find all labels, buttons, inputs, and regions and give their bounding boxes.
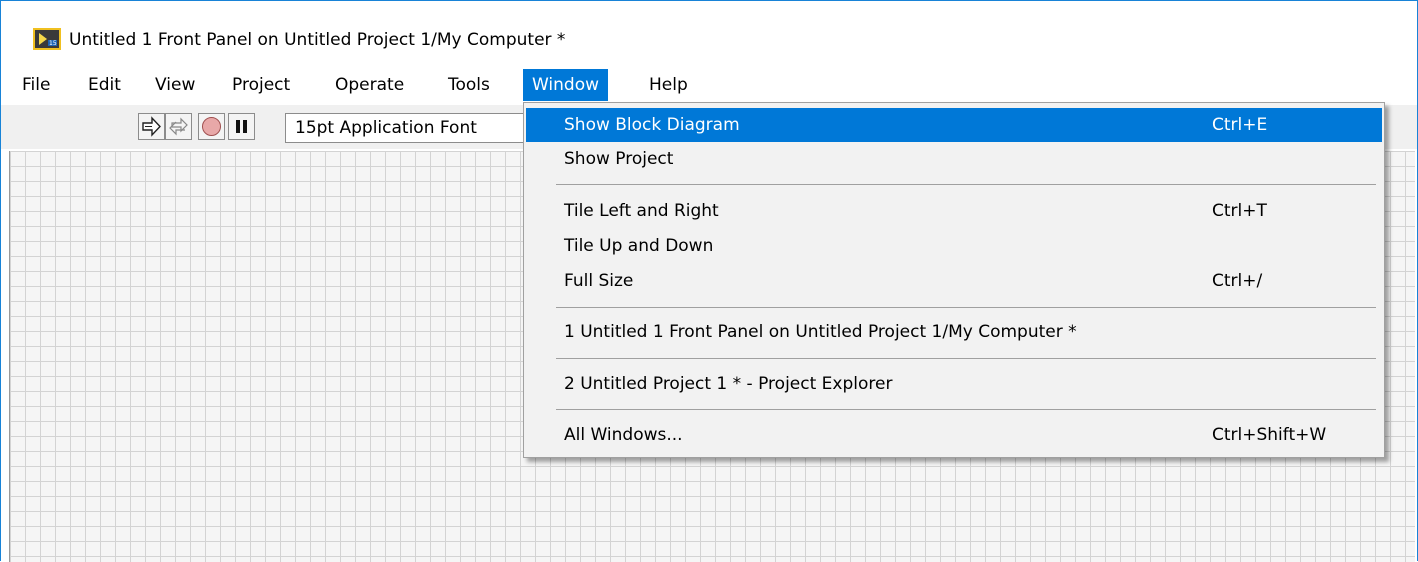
front-panel-window: 15 Untitled 1 Front Panel on Untitled Pr… (0, 0, 1418, 562)
menu-item-label: 2 Untitled Project 1 * - Project Explore… (564, 374, 893, 394)
menu-tools[interactable]: Tools (439, 69, 499, 101)
abort-button[interactable] (198, 113, 225, 140)
menu-item-full-size[interactable]: Full Size Ctrl+/ (526, 264, 1382, 298)
menu-item-all-windows[interactable]: All Windows... Ctrl+Shift+W (526, 418, 1382, 452)
menu-item-window-project-explorer[interactable]: 2 Untitled Project 1 * - Project Explore… (526, 367, 1382, 401)
menu-separator (556, 307, 1376, 308)
menu-item-label: Tile Up and Down (564, 236, 714, 256)
menu-item-shortcut: Ctrl+E (1212, 115, 1268, 135)
menu-item-show-project[interactable]: Show Project (526, 142, 1382, 176)
menu-item-window-front-panel[interactable]: 1 Untitled 1 Front Panel on Untitled Pro… (526, 315, 1382, 349)
menu-edit[interactable]: Edit (79, 69, 130, 101)
abort-stop-icon (202, 117, 221, 136)
run-arrow-icon (142, 116, 161, 137)
menu-item-shortcut: Ctrl+T (1212, 201, 1267, 221)
window-menu-dropdown: Show Block Diagram Ctrl+E Show Project T… (523, 102, 1385, 458)
svg-text:15: 15 (49, 40, 57, 47)
menu-separator (556, 409, 1376, 410)
run-continuously-icon (169, 117, 188, 136)
menu-item-tile-up-down[interactable]: Tile Up and Down (526, 229, 1382, 263)
menu-item-label: Show Project (564, 149, 674, 169)
menu-item-tile-left-right[interactable]: Tile Left and Right Ctrl+T (526, 194, 1382, 228)
menu-item-label: Show Block Diagram (564, 115, 740, 135)
menu-bar: File Edit View Project Operate Tools Win… (1, 69, 1417, 101)
menu-item-label: Full Size (564, 271, 634, 291)
menu-item-label: All Windows... (564, 425, 683, 445)
pause-button[interactable] (228, 113, 255, 140)
run-button[interactable] (138, 113, 165, 140)
menu-operate[interactable]: Operate (326, 69, 413, 101)
menu-file[interactable]: File (13, 69, 59, 101)
window-title: Untitled 1 Front Panel on Untitled Proje… (69, 30, 566, 50)
menu-separator (556, 358, 1376, 359)
menu-item-label: 1 Untitled 1 Front Panel on Untitled Pro… (564, 322, 1077, 342)
run-continuously-button[interactable] (165, 113, 192, 140)
menu-help[interactable]: Help (640, 69, 697, 101)
menu-item-show-block-diagram[interactable]: Show Block Diagram Ctrl+E (526, 108, 1382, 142)
menu-item-label: Tile Left and Right (564, 201, 719, 221)
menu-item-shortcut: Ctrl+Shift+W (1212, 425, 1327, 445)
pause-icon (236, 120, 247, 133)
font-selector[interactable]: 15pt Application Font (285, 113, 545, 143)
title-bar[interactable]: 15 Untitled 1 Front Panel on Untitled Pr… (1, 1, 1417, 57)
labview-vi-icon: 15 (33, 28, 61, 50)
menu-item-shortcut: Ctrl+/ (1212, 271, 1263, 291)
menu-view[interactable]: View (146, 69, 204, 101)
menu-window[interactable]: Window (523, 69, 609, 101)
menu-separator (556, 184, 1376, 185)
menu-project[interactable]: Project (223, 69, 299, 101)
